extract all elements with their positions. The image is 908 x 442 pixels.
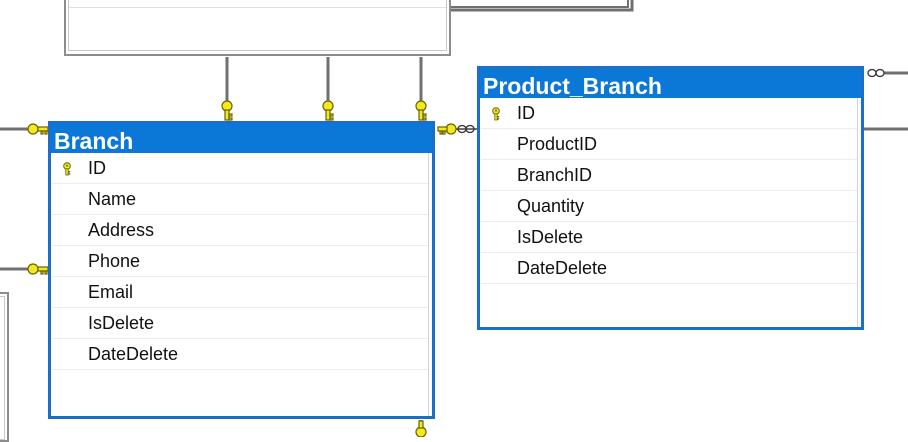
- column-name: IsDelete: [88, 313, 155, 333]
- table-column-row[interactable]: Quantity: [481, 191, 857, 222]
- table-column-row[interactable]: IsDelete: [52, 308, 428, 339]
- table-column-row[interactable]: ID: [52, 153, 428, 184]
- key-icon: [415, 100, 427, 121]
- table-column-row[interactable]: Address: [52, 215, 428, 246]
- table-column-row[interactable]: ProductID: [481, 129, 857, 160]
- table-partial-top[interactable]: [64, 0, 451, 56]
- column-name: Name: [88, 189, 137, 209]
- table-column-row[interactable]: Email: [52, 277, 428, 308]
- table-column-row[interactable]: DateDelete: [481, 253, 857, 284]
- column-name: DateDelete: [517, 258, 608, 278]
- table-title[interactable]: Branch: [51, 124, 432, 154]
- column-name: Address: [88, 220, 155, 240]
- diagram-canvas: Branch ID Name Address Phone Email IsDelete Da…: [0, 0, 908, 442]
- key-icon: [27, 263, 49, 275]
- infinity-icon: [867, 68, 885, 78]
- table-column-row[interactable]: ID: [481, 98, 857, 129]
- table-column-row[interactable]: IsDelete: [481, 222, 857, 253]
- table-column-list: ID ProductID BranchID Quantity IsDelete DateD…: [480, 98, 861, 327]
- column-name: Quantity: [517, 196, 585, 216]
- key-icon: [221, 100, 233, 121]
- table-column-row[interactable]: DateDelete: [52, 339, 428, 370]
- column-name: ID: [88, 158, 106, 178]
- column-name: Email: [88, 282, 134, 302]
- column-name: DateDelete: [88, 344, 179, 364]
- column-name: ID: [517, 103, 535, 123]
- table-title[interactable]: Product_Branch: [480, 69, 861, 99]
- table-column-list: ID Name Address Phone Email IsDelete DateDelet…: [51, 153, 432, 416]
- column-name: Phone: [88, 251, 141, 271]
- primary-key-icon: [63, 162, 71, 176]
- table-column-row[interactable]: Phone: [52, 246, 428, 277]
- key-icon: [322, 100, 334, 121]
- key-icon: [415, 420, 427, 437]
- column-name: ProductID: [517, 134, 598, 154]
- scrollbar[interactable]: [429, 153, 432, 416]
- key-icon: [437, 123, 457, 135]
- column-name: IsDelete: [517, 227, 584, 247]
- column-name: BranchID: [517, 165, 593, 185]
- relationship-line: [451, 0, 634, 12]
- scrollbar[interactable]: [858, 98, 861, 327]
- primary-key-icon: [492, 107, 500, 121]
- table-column-row[interactable]: Name: [52, 184, 428, 215]
- key-icon: [27, 123, 49, 135]
- table-branch[interactable]: Branch ID Name Address Phone Email IsDelete Da…: [48, 121, 435, 419]
- table-column-row[interactable]: BranchID: [481, 160, 857, 191]
- table-product-branch[interactable]: Product_Branch ID ProductID BranchID Quanti…: [477, 66, 864, 330]
- table-partial-left[interactable]: [0, 292, 9, 442]
